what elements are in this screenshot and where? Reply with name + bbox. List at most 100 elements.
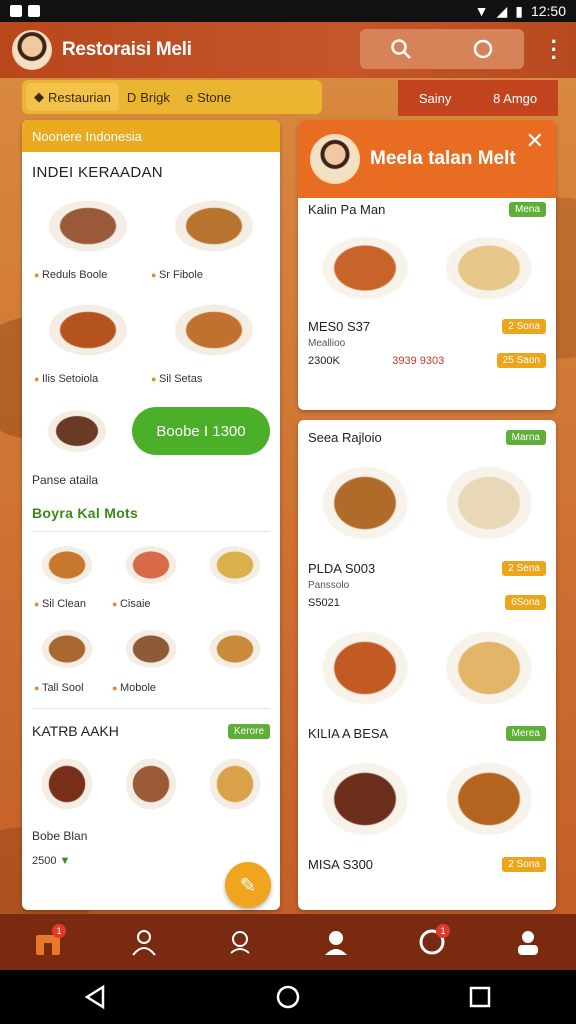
signal-icon: ◢ [496,2,508,19]
meta-row: MISA S300 2 Sona [298,853,556,876]
dish-image[interactable] [306,453,424,553]
avatar[interactable] [12,30,52,70]
nav-home[interactable]: 1 [28,922,68,962]
dish-image[interactable] [430,749,548,849]
dish-image[interactable] [112,620,190,678]
app-title: Restoraisi Meli [62,39,192,60]
dish-image[interactable] [32,399,122,463]
section-row: KATRB AAKH Kerore [22,713,280,745]
search-icon[interactable] [390,38,412,60]
chips-right: Sainy 8 Amgo [398,80,558,116]
dish-image[interactable] [154,291,274,369]
section-title: INDEI KERAADAN [32,164,163,181]
order-button[interactable]: Boobe I 1300 [132,407,270,455]
dish-label: Sr Fibole [151,269,268,281]
status-bar: ▼ ◢ ▮ 12:50 [0,0,576,22]
dish-image[interactable] [28,745,106,823]
dish-image[interactable] [306,225,424,311]
app-bar: Restoraisi Meli · · · [0,22,576,78]
nav-account[interactable] [316,922,356,962]
status-badge[interactable]: Mena [508,202,546,217]
right-panel: Meela talan Melt ✕ Kalin Pa Man Mena MES… [298,120,556,410]
dish-label: Mobole [112,682,190,694]
status-badge[interactable]: 2 Sona [502,319,546,334]
dish-image[interactable] [112,536,190,594]
recents-icon[interactable] [467,984,493,1010]
dish-image[interactable] [154,187,274,265]
meta-sub: Panssolo [308,580,350,591]
dish-image[interactable] [28,291,148,369]
status-badge[interactable]: 2 Sona [502,857,546,872]
dish-label: Sil Setas [151,373,268,385]
footer-name: Bobe Blan [32,829,88,843]
avatar[interactable] [310,134,360,184]
dish-image[interactable] [430,225,548,311]
meta-code: MISA S300 [308,857,374,872]
dish-image[interactable] [306,749,424,849]
image-icon [10,5,22,17]
close-icon[interactable]: ✕ [526,128,544,154]
edit-fab-button[interactable]: ✎ [225,862,271,908]
status-badge[interactable]: 6Sona [505,595,546,610]
dish-image[interactable] [430,453,548,553]
order-row: Boobe I 1300 [22,395,280,467]
nav-user[interactable] [508,922,548,962]
chip-stone[interactable]: e Stone [178,83,239,111]
dish-row [298,449,556,557]
label-row: Tall Sool Mobole [22,678,280,704]
status-badge[interactable]: 25 Saon [496,353,546,368]
card-title: Kalin Pa Man [308,202,386,217]
dish-image[interactable] [196,745,274,823]
right-panel-header: Meela talan Melt ✕ [298,120,556,198]
right-panel-title: Meela talan Melt [370,148,516,169]
card-title: Seea Rajloio [308,430,382,445]
profile-circle-icon[interactable] [472,38,494,60]
price-value: 3939 9303 [392,354,445,367]
dish-image[interactable] [112,745,190,823]
price-value: 2500 [32,855,57,867]
food-grid [22,620,280,678]
chip-amgo[interactable]: 8 Amgo [493,91,537,106]
price-row: 2300K 3939 9303 25 Saon [298,349,556,372]
nav-badge: 1 [52,924,66,938]
chip-restaurant[interactable]: ◆ Restaurian [26,83,119,111]
status-badge[interactable]: 2 Sena [502,561,546,576]
status-badge[interactable]: Merea [505,726,546,741]
search-box[interactable] [360,29,524,69]
nav-notifications[interactable]: 1 [412,922,452,962]
dish-label: Cisaie [112,598,190,610]
meta-code: PLDA S003 [308,561,376,576]
dish-label: Sil Clean [34,598,112,610]
home-circle-icon[interactable] [275,984,301,1010]
section-title: Boyra Kal Mots [32,505,139,521]
wifi-icon: ▼ [474,3,489,19]
dish-image[interactable] [196,536,274,594]
nav-profile[interactable] [124,922,164,962]
dish-image[interactable] [28,620,106,678]
nav-chef[interactable] [220,922,260,962]
status-badge[interactable]: Marna [505,430,546,445]
price-value: 2300K [308,354,340,367]
chip-sainy[interactable]: Sainy [419,91,452,106]
dish-image[interactable] [196,620,274,678]
meta-row: PLDA S003 2 Sena [298,557,556,580]
category-chips: ◆ Restaurian D Brigk e Stone [22,80,322,114]
card-title-row: Seea Rajloio Marna [298,420,556,449]
dish-image[interactable] [430,618,548,718]
dish-image[interactable] [28,536,106,594]
more-options-icon[interactable]: · · · [551,31,558,69]
card-title-row: KILIA A BESA Merea [298,722,556,745]
right-panel-2: Seea Rajloio Marna PLDA S003 2 Sena Pans… [298,420,556,910]
note-text: Panse ataila [32,473,99,487]
nav-badge: 1 [436,924,450,938]
dish-image[interactable] [306,618,424,718]
sim-icon [28,5,40,17]
dish-image[interactable] [28,187,148,265]
back-icon[interactable] [83,984,109,1010]
person-icon [518,931,538,955]
card-title-row: Kalin Pa Man Mena [298,198,556,221]
status-badge[interactable]: Kerore [227,723,270,739]
chip-brigk[interactable]: D Brigk [119,83,178,111]
account-icon [325,931,347,955]
status-icons-right: ▼ ◢ ▮ 12:50 [475,3,566,20]
